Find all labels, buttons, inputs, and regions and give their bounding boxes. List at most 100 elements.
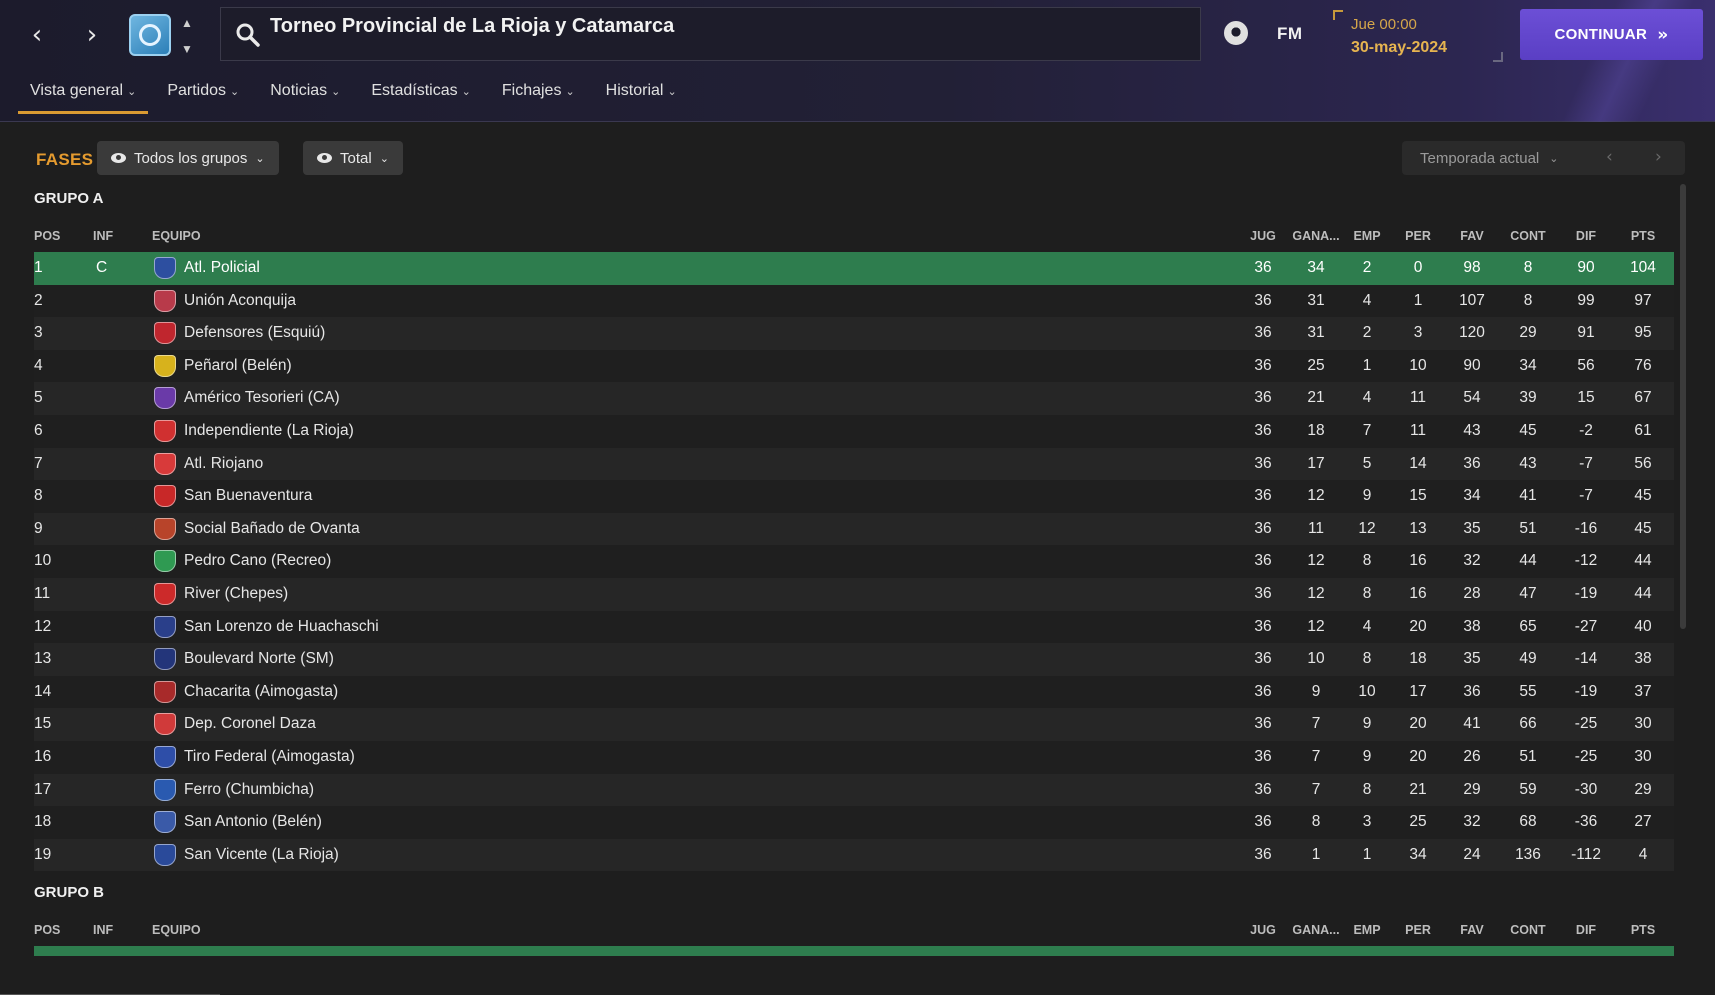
team-name[interactable]: San Buenaventura (184, 487, 312, 505)
scrollbar[interactable] (1680, 184, 1686, 629)
table-row[interactable]: 14 Chacarita (Aimogasta) 36 9 10 17 36 55 -19 37 (34, 675, 1674, 709)
chevron-down-icon[interactable]: ▼ (181, 42, 193, 56)
team-name[interactable]: River (Chepes) (184, 585, 288, 603)
tab-estadisticas[interactable]: Estadísticas ⌄ (359, 80, 482, 114)
team-crest-icon[interactable] (154, 257, 176, 279)
col-emp[interactable]: EMP (1342, 923, 1392, 937)
team-name[interactable]: Dep. Coronel Daza (184, 715, 316, 733)
team-name[interactable]: Peñarol (Belén) (184, 357, 292, 375)
team-crest-icon[interactable] (154, 322, 176, 345)
next-season-icon[interactable]: › (1655, 147, 1662, 167)
previous-season-icon[interactable]: ‹ (1606, 147, 1613, 167)
team-crest-icon[interactable] (154, 843, 176, 866)
team-name[interactable]: Independiente (La Rioja) (184, 422, 354, 440)
col-pos[interactable]: POS (34, 923, 60, 937)
team-name[interactable]: Américo Tesorieri (CA) (184, 389, 340, 407)
season-selector[interactable]: Temporada actual ⌄ ‹ › (1402, 141, 1685, 175)
back-button[interactable]: ‹ (20, 18, 54, 52)
col-fav[interactable]: FAV (1447, 229, 1497, 243)
team-name[interactable]: San Lorenzo de Huachaschi (184, 618, 379, 636)
search-icon[interactable] (235, 22, 261, 48)
table-row[interactable]: 13 Boulevard Norte (SM) 36 10 8 18 35 49 -14 38 (34, 643, 1674, 676)
team-crest-icon[interactable] (154, 615, 176, 638)
team-name[interactable]: San Antonio (Belén) (184, 813, 322, 831)
team-crest-icon[interactable] (154, 452, 176, 475)
col-jug[interactable]: JUG (1238, 229, 1288, 243)
col-equipo[interactable]: EQUIPO (152, 229, 201, 243)
col-ganados[interactable]: GANA... (1291, 229, 1341, 243)
team-crest-icon[interactable] (154, 550, 176, 573)
col-pts[interactable]: PTS (1618, 923, 1668, 937)
team-name[interactable]: Pedro Cano (Recreo) (184, 552, 331, 570)
team-crest-icon[interactable] (154, 387, 176, 410)
team-name[interactable]: Atl. Riojano (184, 455, 263, 473)
team-name[interactable]: San Vicente (La Rioja) (184, 846, 339, 864)
table-row[interactable]: 19 San Vicente (La Rioja) 36 1 1 34 24 136 -112 4 (34, 838, 1674, 872)
col-fav[interactable]: FAV (1447, 923, 1497, 937)
table-row[interactable]: 15 Dep. Coronel Daza 36 7 9 20 41 66 -25 30 (34, 708, 1674, 741)
game-date[interactable]: Jue 00:00 30-may-2024 (1333, 10, 1503, 62)
competition-logo[interactable] (129, 14, 171, 56)
col-inf[interactable]: INF (93, 229, 113, 243)
table-row[interactable]: 18 San Antonio (Belén) 36 8 3 25 32 68 -36 27 (34, 806, 1674, 839)
team-name[interactable]: Tiro Federal (Aimogasta) (184, 748, 355, 766)
col-emp[interactable]: EMP (1342, 229, 1392, 243)
tab-noticias[interactable]: Noticias ⌄ (258, 80, 352, 114)
group-b-first-row[interactable] (34, 946, 1674, 956)
chevron-up-icon[interactable]: ▲ (181, 16, 193, 30)
table-row[interactable]: 11 River (Chepes) 36 12 8 16 28 47 -19 44 (34, 577, 1674, 611)
table-row[interactable]: 3 Defensores (Esquiú) 36 31 2 3 120 29 91 95 (34, 317, 1674, 350)
team-crest-icon[interactable] (154, 648, 176, 671)
col-jug[interactable]: JUG (1238, 923, 1288, 937)
team-name[interactable]: Atl. Policial (184, 259, 260, 277)
table-row[interactable]: 17 Ferro (Chumbicha) 36 7 8 21 29 59 -30 29 (34, 773, 1674, 807)
search-bar[interactable]: Torneo Provincial de La Rioja y Catamarc… (220, 7, 1201, 61)
team-crest-icon[interactable] (154, 354, 176, 377)
team-name[interactable]: Boulevard Norte (SM) (184, 650, 334, 668)
team-crest-icon[interactable] (154, 680, 176, 703)
table-row[interactable]: 9 Social Bañado de Ovanta 36 11 12 13 35 51 -16 4… (34, 512, 1674, 546)
team-crest-icon[interactable] (154, 778, 176, 801)
table-row[interactable]: 10 Pedro Cano (Recreo) 36 12 8 16 32 44 -12 44 (34, 545, 1674, 578)
table-row[interactable]: 8 San Buenaventura 36 12 9 15 34 41 -7 45 (34, 480, 1674, 513)
team-crest-icon[interactable] (154, 745, 176, 768)
col-dif[interactable]: DIF (1561, 229, 1611, 243)
forward-button[interactable]: › (75, 18, 109, 52)
team-crest-icon[interactable] (154, 713, 176, 736)
table-row[interactable]: 5 Américo Tesorieri (CA) 36 21 4 11 54 39 15 67 (34, 382, 1674, 415)
fm-logo[interactable]: FM (1277, 24, 1303, 44)
tab-historial[interactable]: Historial ⌄ (594, 80, 689, 114)
col-pos[interactable]: POS (34, 229, 60, 243)
table-row[interactable]: 16 Tiro Federal (Aimogasta) 36 7 9 20 26 51 -25 3… (34, 740, 1674, 774)
team-name[interactable]: Defensores (Esquiú) (184, 324, 325, 342)
table-row[interactable]: 6 Independiente (La Rioja) 36 18 7 11 43 45 -2 61 (34, 414, 1674, 448)
team-name[interactable]: Unión Aconquija (184, 292, 296, 310)
team-name[interactable]: Social Bañado de Ovanta (184, 520, 360, 538)
col-ganados[interactable]: GANA... (1291, 923, 1341, 937)
team-crest-icon[interactable] (154, 419, 176, 442)
table-row[interactable]: 4 Peñarol (Belén) 36 25 1 10 90 34 56 76 (34, 349, 1674, 383)
table-row[interactable]: 2 Unión Aconquija 36 31 4 1 107 8 99 97 (34, 284, 1674, 318)
col-per[interactable]: PER (1393, 229, 1443, 243)
table-row[interactable]: 12 San Lorenzo de Huachaschi 36 12 4 20 38 65 -2… (34, 610, 1674, 644)
col-inf[interactable]: INF (93, 923, 113, 937)
tab-partidos[interactable]: Partidos ⌄ (155, 80, 251, 114)
team-crest-icon[interactable] (154, 485, 176, 508)
col-pts[interactable]: PTS (1618, 229, 1668, 243)
team-name[interactable]: Ferro (Chumbicha) (184, 781, 314, 799)
competition-switcher[interactable]: ▲ ▼ (178, 16, 196, 56)
col-equipo[interactable]: EQUIPO (152, 923, 201, 937)
team-crest-icon[interactable] (154, 289, 176, 312)
col-per[interactable]: PER (1393, 923, 1443, 937)
table-row[interactable]: 7 Atl. Riojano 36 17 5 14 36 43 -7 56 (34, 447, 1674, 481)
col-cont[interactable]: CONT (1503, 923, 1553, 937)
table-row[interactable]: 1 C Atl. Policial 36 34 2 0 98 8 90 104 (34, 252, 1674, 285)
team-crest-icon[interactable] (154, 517, 176, 540)
group-filter-dropdown[interactable]: Todos los grupos ⌄ (97, 141, 279, 175)
col-cont[interactable]: CONT (1503, 229, 1553, 243)
ball-icon[interactable] (1224, 21, 1248, 45)
col-dif[interactable]: DIF (1561, 923, 1611, 937)
team-crest-icon[interactable] (154, 811, 176, 834)
team-crest-icon[interactable] (154, 582, 176, 605)
tab-vista-general[interactable]: Vista general ⌄ (18, 80, 149, 114)
